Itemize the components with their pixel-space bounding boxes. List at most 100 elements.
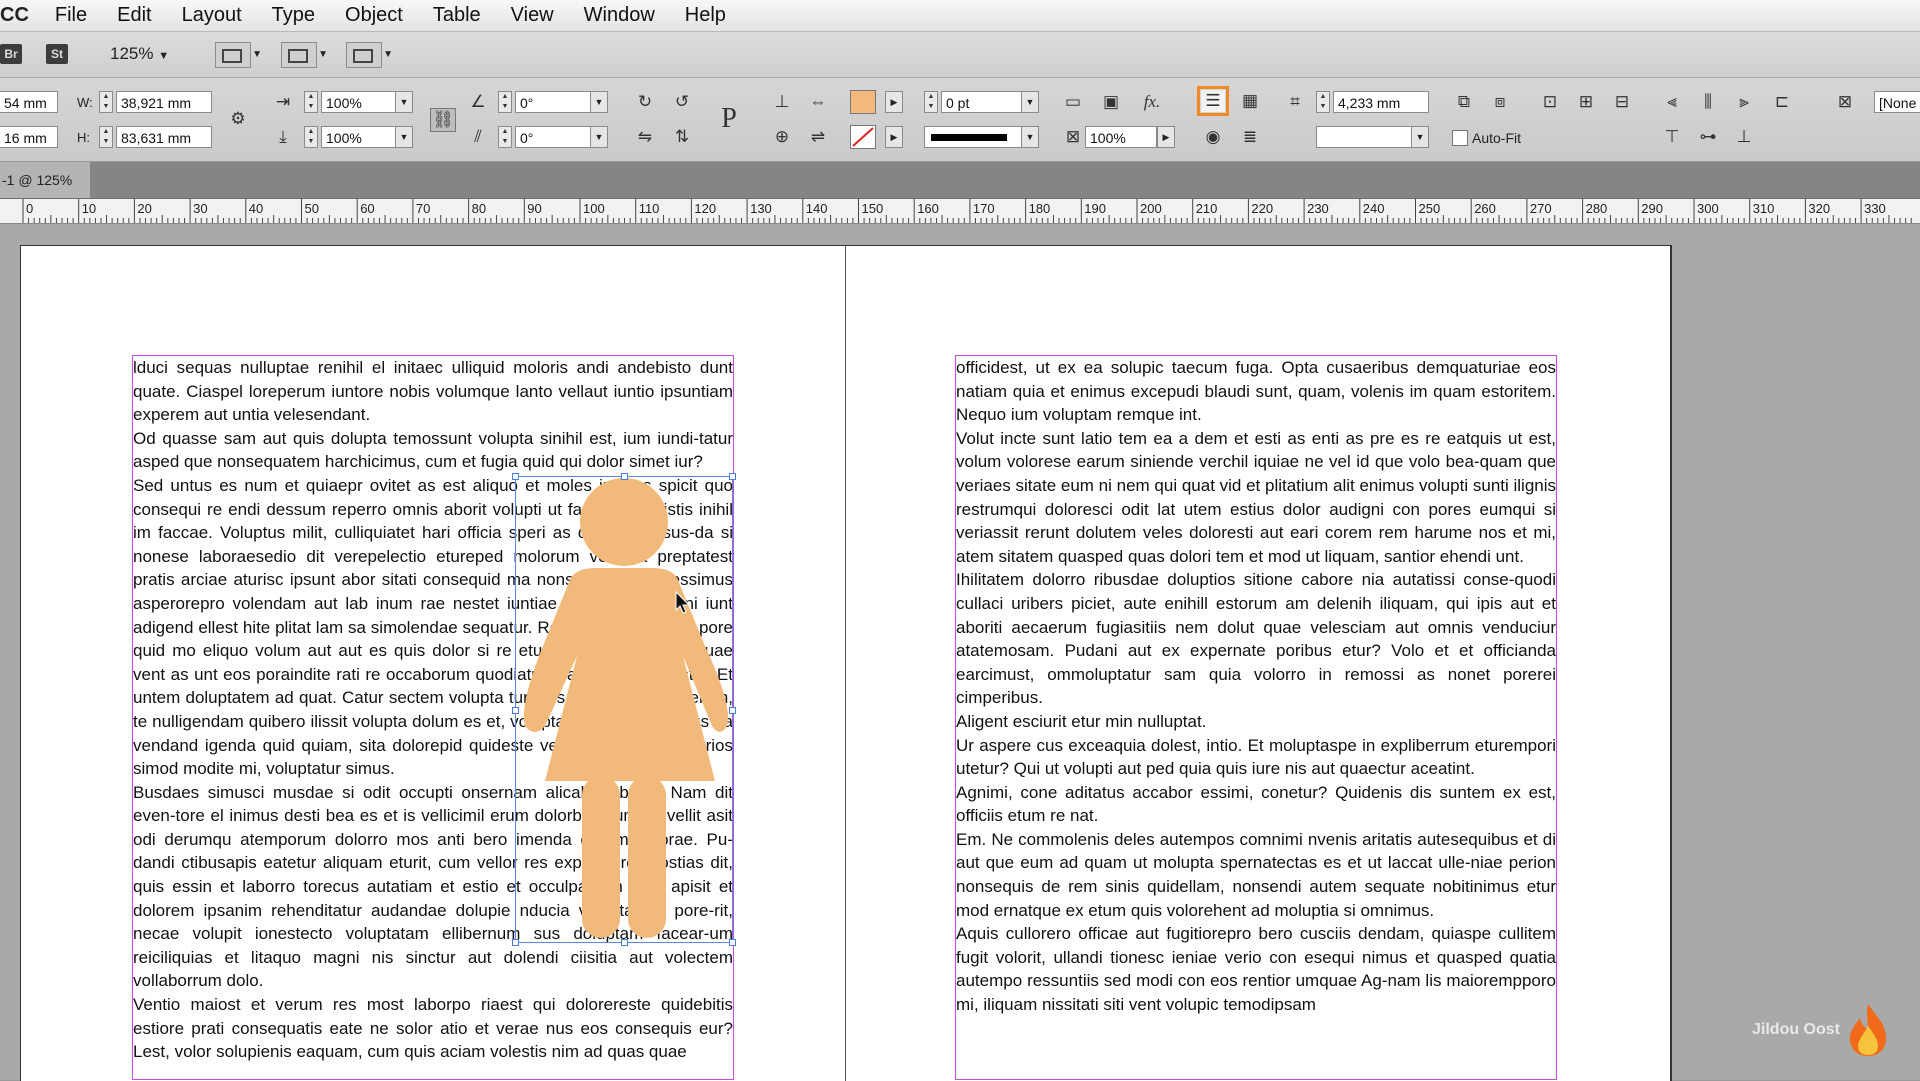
ruler-label: 280: [1586, 201, 1608, 216]
menu-file[interactable]: File: [55, 4, 87, 27]
gap-stepper[interactable]: ▲ ▼: [1316, 91, 1330, 113]
constrain-proportions-icon[interactable]: ⚙: [226, 108, 250, 130]
menu-window[interactable]: Window: [584, 4, 655, 27]
select-container-icon[interactable]: ⊥: [770, 91, 794, 113]
fill-swatch[interactable]: [850, 90, 876, 114]
object-style-field[interactable]: [None: [1874, 91, 1920, 113]
stroke-none-swatch[interactable]: [850, 125, 876, 149]
menu-type[interactable]: Type: [272, 4, 315, 27]
fit-frame-to-content-icon[interactable]: ⧈: [1488, 91, 1512, 113]
object-style-select[interactable]: [1316, 126, 1416, 148]
selection-bounding-box[interactable]: [512, 473, 736, 946]
jump-to-next-column-icon[interactable]: ≣: [1238, 126, 1262, 148]
ruler-label: 210: [1196, 201, 1218, 216]
align-left-icon[interactable]: ⫷: [1660, 91, 1684, 113]
gap-field[interactable]: 4,233 mm: [1333, 91, 1429, 113]
shear-stepper[interactable]: ▲ ▼: [498, 126, 512, 148]
fit-content-to-frame-icon[interactable]: ⧉: [1452, 91, 1476, 113]
selection-handle[interactable]: [729, 939, 736, 946]
stroke-weight-field[interactable]: 0 pt: [941, 91, 1027, 113]
direct-selection-p-icon[interactable]: P: [713, 102, 745, 136]
fit-content-proportionally-icon[interactable]: ⊟: [1610, 91, 1634, 113]
link-icon[interactable]: ⛓: [430, 108, 456, 132]
menu-help[interactable]: Help: [685, 4, 726, 27]
center-content-icon[interactable]: ⊡: [1538, 91, 1562, 113]
chevron-down-icon[interactable]: ▼: [395, 126, 413, 148]
menu-layout[interactable]: Layout: [182, 4, 242, 27]
menu-view[interactable]: View: [511, 4, 554, 27]
document-tab[interactable]: -1 @ 125%: [0, 162, 90, 198]
text-frame-right[interactable]: officidest, ut ex ea solupic taecum fuga…: [955, 355, 1557, 1080]
scale-y-field[interactable]: 100%: [321, 126, 397, 148]
align-bottom-icon[interactable]: ⊥: [1732, 126, 1756, 148]
y-field[interactable]: 16 mm: [0, 126, 58, 148]
bridge-button[interactable]: Br: [0, 44, 22, 64]
scale-y-stepper[interactable]: ▲ ▼: [304, 126, 318, 148]
screen-mode-button[interactable]: ▼: [281, 42, 328, 68]
chevron-down-icon[interactable]: ▼: [395, 91, 413, 113]
chevron-down-icon[interactable]: ▼: [590, 126, 608, 148]
width-field[interactable]: 38,921 mm: [116, 91, 212, 113]
chevron-down-icon[interactable]: ▼: [590, 91, 608, 113]
selection-handle[interactable]: [621, 473, 628, 480]
height-field[interactable]: 83,631 mm: [116, 126, 212, 148]
auto-fit-checkbox[interactable]: [1452, 130, 1468, 146]
selection-handle[interactable]: [512, 707, 519, 714]
rotate-field[interactable]: 0°: [515, 91, 591, 113]
shear-field[interactable]: 0°: [515, 126, 591, 148]
flip-horizontal-icon[interactable]: ⇋: [633, 126, 657, 148]
horizontal-ruler[interactable]: 0 10 20 30 40 50 60 70 80 90 100 110 120 130 140 150 160…: [0, 199, 1920, 224]
zoom-select[interactable]: 125% ▼: [110, 44, 169, 64]
selection-handle[interactable]: [621, 939, 628, 946]
chevron-down-icon[interactable]: ▼: [1021, 91, 1039, 113]
play-icon[interactable]: ▶: [885, 126, 903, 148]
frame-icon[interactable]: ▭: [1061, 91, 1085, 113]
select-content-icon[interactable]: ⊕: [770, 126, 794, 148]
stock-button[interactable]: St: [46, 44, 68, 64]
rotate-cw-icon[interactable]: ↻: [633, 91, 657, 113]
wrap-around-bounding-box-icon[interactable]: ☰: [1197, 86, 1229, 116]
watermark: Jildou Oost: [1752, 1002, 1890, 1058]
arrange-documents-button[interactable]: ▼: [346, 42, 393, 68]
drop-shadow-icon[interactable]: ▣: [1099, 91, 1123, 113]
selection-handle[interactable]: [512, 473, 519, 480]
wrap-around-shape-icon[interactable]: ▦: [1238, 90, 1262, 112]
app-name[interactable]: CC: [0, 4, 29, 27]
menu-object[interactable]: Object: [345, 4, 403, 27]
w-stepper[interactable]: ▲ ▼: [99, 91, 113, 113]
h-stepper[interactable]: ▲ ▼: [99, 126, 113, 148]
zoom-value: 125%: [110, 44, 154, 63]
select-next-icon[interactable]: ⇌: [806, 126, 830, 148]
view-options-button[interactable]: ▼: [215, 42, 262, 68]
align-center-icon[interactable]: ⫼: [1696, 91, 1720, 113]
x-field[interactable]: 54 mm: [0, 91, 58, 113]
align-middle-icon[interactable]: ⊶: [1696, 126, 1720, 148]
menu-table[interactable]: Table: [433, 4, 481, 27]
ruler-label: 110: [639, 201, 660, 216]
play-icon[interactable]: ▶: [1157, 126, 1175, 148]
jump-object-icon[interactable]: ◉: [1201, 126, 1225, 148]
opacity-field[interactable]: 100%: [1085, 126, 1157, 148]
selection-handle[interactable]: [512, 939, 519, 946]
fill-frame-proportionally-icon[interactable]: ⊞: [1574, 91, 1598, 113]
rotate-stepper[interactable]: ▲ ▼: [498, 91, 512, 113]
selection-handle[interactable]: [729, 707, 736, 714]
align-top-icon[interactable]: ⊤: [1660, 126, 1684, 148]
paragraph: Agnimi, cone aditatus accabor essimi, co…: [956, 782, 1556, 826]
menu-edit[interactable]: Edit: [117, 4, 151, 27]
chevron-down-icon[interactable]: ▼: [1411, 126, 1429, 148]
stroke-type-select[interactable]: [924, 126, 1024, 148]
chevron-down-icon[interactable]: ▼: [1021, 126, 1039, 148]
flip-vertical-icon[interactable]: ⇅: [670, 126, 694, 148]
selection-handle[interactable]: [729, 473, 736, 480]
scale-x-field[interactable]: 100%: [321, 91, 397, 113]
select-previous-icon[interactable]: ⇔: [806, 91, 830, 113]
align-right-icon[interactable]: ⫸: [1732, 91, 1756, 113]
object-style-icon[interactable]: ⊠: [1833, 91, 1857, 113]
stroke-weight-stepper[interactable]: ▲ ▼: [924, 91, 938, 113]
rotate-ccw-icon[interactable]: ↺: [670, 91, 694, 113]
distribute-icon[interactable]: ⊏: [1770, 91, 1794, 113]
play-icon[interactable]: ▶: [885, 91, 903, 113]
scale-x-stepper[interactable]: ▲ ▼: [304, 91, 318, 113]
fx-icon[interactable]: fx.: [1140, 91, 1164, 113]
